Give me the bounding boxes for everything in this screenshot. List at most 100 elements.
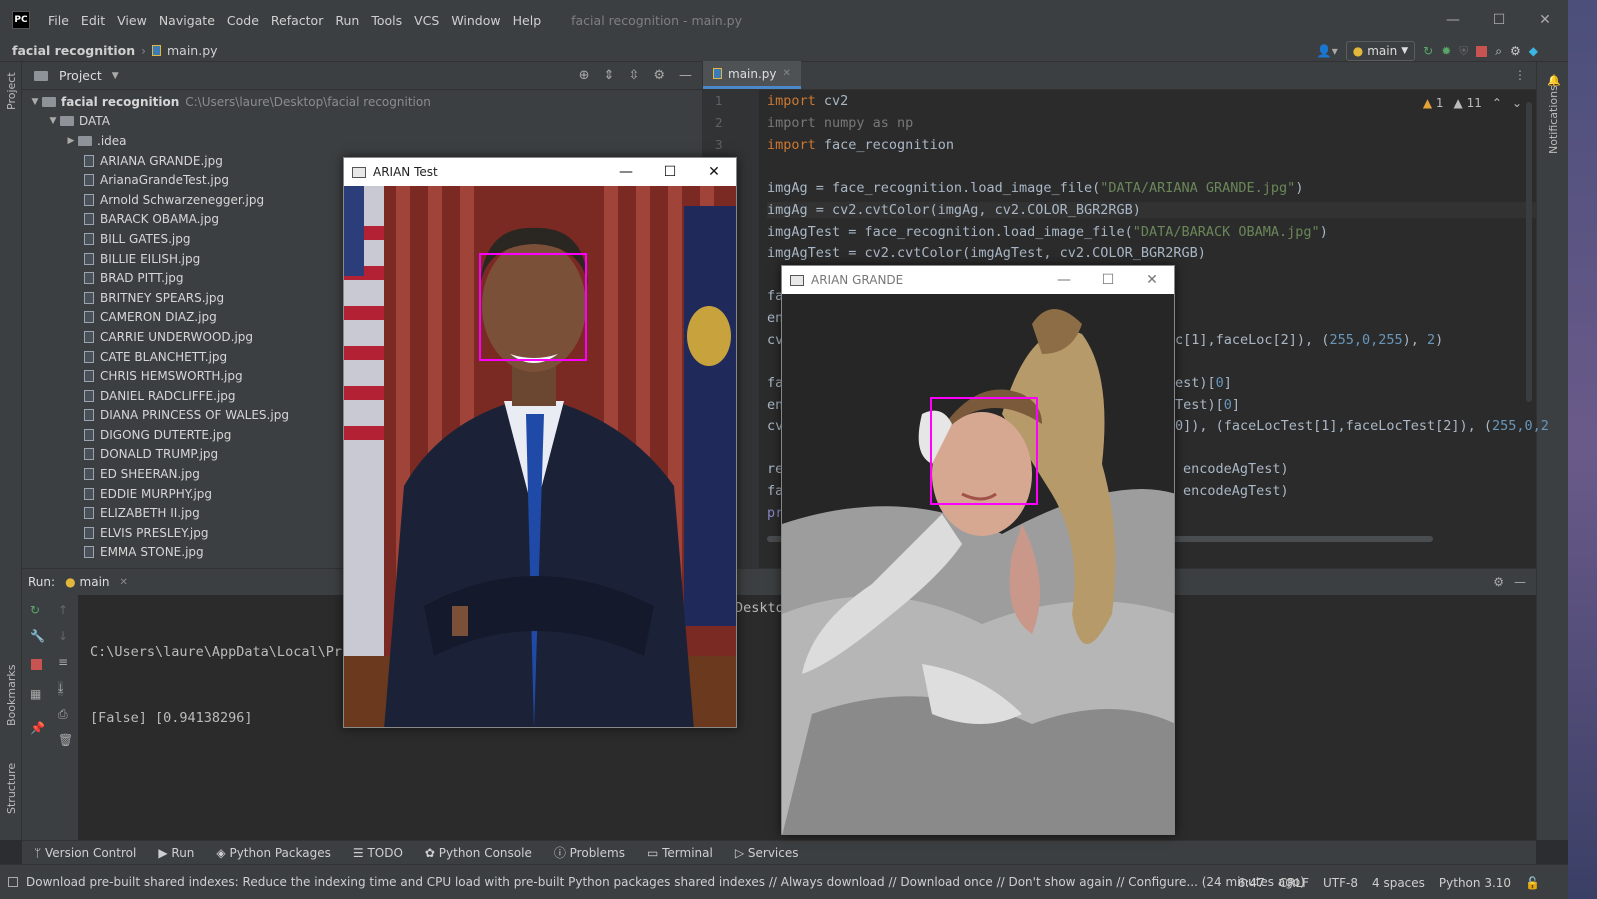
tab-problems[interactable]: ⓘ Problems (554, 844, 625, 861)
run-tab-main[interactable]: main (80, 575, 110, 589)
inspection-widget[interactable]: ▲ 1 ▲ 11 ⌃ ⌄ (1423, 96, 1522, 110)
editor-tab-main-py[interactable]: main.py ✕ (703, 61, 801, 89)
collapse-all-icon[interactable]: ⇳ (628, 68, 639, 83)
minimize-button[interactable]: — (1042, 266, 1086, 294)
opencv-window-test[interactable]: ARIAN Test — ☐ ✕ (343, 157, 737, 728)
tab-run[interactable]: ▶ Run (158, 846, 194, 860)
stop-icon[interactable] (31, 659, 42, 670)
menu-file[interactable]: File (42, 13, 75, 28)
coverage-icon[interactable]: ⛨ (1459, 44, 1468, 59)
editor-tab-bar: main.py ✕ ⋮ (703, 61, 1536, 90)
up-arrow-icon[interactable]: ↑ (58, 603, 68, 617)
print-icon[interactable]: ⎙ (58, 707, 68, 722)
bookmarks-tool-tab[interactable]: Bookmarks (5, 665, 18, 726)
caret-position[interactable]: 6:47 (1238, 876, 1265, 890)
cv-window-title: ARIAN Test (373, 165, 438, 179)
pin-icon[interactable]: 📌 (30, 721, 45, 735)
cv-window-titlebar[interactable]: ARIAN Test — ☐ ✕ (344, 158, 736, 186)
indent-setting[interactable]: 4 spaces (1372, 876, 1425, 890)
search-icon[interactable]: ⌕ (1495, 44, 1502, 59)
desktop-background (1568, 0, 1597, 899)
close-button[interactable]: ✕ (1522, 0, 1568, 40)
soft-wrap-icon[interactable]: ≡ (58, 655, 68, 669)
locate-icon[interactable]: ⊕ (579, 68, 590, 83)
file-encoding[interactable]: UTF-8 (1323, 876, 1358, 890)
gear-icon[interactable]: ⚙ (653, 68, 665, 83)
menu-tools[interactable]: Tools (365, 13, 408, 28)
hide-icon[interactable]: — (1514, 575, 1526, 589)
wrench-icon[interactable]: 🔧 (30, 629, 45, 643)
image-file-icon (84, 389, 94, 402)
tab-python-console[interactable]: ✿ Python Console (425, 846, 532, 860)
tab-terminal[interactable]: ▭ Terminal (647, 846, 713, 860)
tab-version-control[interactable]: ᛘ Version Control (34, 846, 136, 860)
line-ending[interactable]: CRLF (1279, 876, 1309, 890)
maximize-button[interactable]: ☐ (1476, 0, 1522, 40)
tab-services[interactable]: ▷ Services (735, 846, 799, 860)
user-icon[interactable]: 👤▾ (1317, 44, 1338, 58)
expand-all-icon[interactable]: ⇕ (604, 68, 615, 83)
image-file-icon (84, 232, 94, 245)
menu-refactor[interactable]: Refactor (265, 13, 329, 28)
more-icon[interactable]: ⋮ (1514, 68, 1526, 82)
notifications-tool-tab[interactable]: Notifications (1547, 85, 1560, 154)
cv-window-titlebar[interactable]: ARIAN GRANDE — ☐ ✕ (782, 266, 1174, 294)
maximize-button[interactable]: ☐ (1086, 266, 1130, 294)
string-literal: "DATA/ARIANA GRANDE.jpg" (1100, 180, 1296, 196)
code-text: ) (1295, 180, 1304, 196)
project-tool-tab[interactable]: Project (5, 72, 18, 110)
run-config-selector[interactable]: ● main ▼ (1345, 41, 1416, 61)
menu-run[interactable]: Run (329, 13, 365, 28)
tree-folder-idea[interactable]: ▶ .idea (22, 131, 702, 151)
structure-tool-tab[interactable]: Structure (5, 763, 18, 814)
breadcrumb-file[interactable]: main.py (167, 43, 218, 58)
scroll-to-end-icon[interactable]: ⤓ (58, 681, 64, 696)
menu-edit[interactable]: Edit (75, 13, 111, 28)
tab-todo[interactable]: ☰ TODO (353, 846, 403, 860)
trash-icon[interactable]: 🗑 (58, 733, 73, 747)
chevron-up-icon[interactable]: ⌃ (1492, 96, 1502, 110)
gear-icon[interactable]: ⚙ (1493, 575, 1504, 589)
status-message[interactable]: Download pre-built shared indexes: Reduc… (26, 875, 1305, 889)
image-file-icon (84, 213, 94, 226)
tree-folder-data[interactable]: ▼ DATA (22, 112, 702, 132)
menu-code[interactable]: Code (221, 13, 265, 28)
status-toggle-icon[interactable] (8, 877, 18, 887)
maximize-button[interactable]: ☐ (648, 158, 692, 186)
python-interpreter[interactable]: Python 3.10 (1439, 876, 1511, 890)
project-panel-title[interactable]: Project (59, 68, 102, 83)
chevron-down-icon[interactable]: ▼ (112, 71, 119, 81)
gear-icon[interactable]: ⚙ (1510, 44, 1521, 58)
image-file-icon (84, 428, 94, 441)
tree-root[interactable]: ▼ facial recognition C:\Users\laure\Desk… (22, 92, 702, 112)
minimize-button[interactable]: — (1430, 0, 1476, 40)
minimize-button[interactable]: — (604, 158, 648, 186)
menu-help[interactable]: Help (507, 13, 548, 28)
stop-icon[interactable] (1476, 45, 1488, 57)
jetbrains-icon[interactable]: ◆ (1529, 44, 1538, 58)
rerun-icon[interactable]: ↻ (1423, 44, 1433, 58)
debug-icon[interactable]: ✹ (1441, 44, 1451, 58)
lock-icon[interactable]: 🔓 (1525, 876, 1540, 890)
chevron-down-icon[interactable]: ⌄ (1512, 96, 1522, 110)
menu-view[interactable]: View (111, 13, 153, 28)
breadcrumb-project[interactable]: facial recognition (12, 43, 135, 58)
menu-window[interactable]: Window (445, 13, 506, 28)
opencv-window-grande[interactable]: ARIAN GRANDE — ☐ ✕ (781, 265, 1175, 835)
warning-count: ▲ 1 (1423, 96, 1444, 110)
menu-navigate[interactable]: Navigate (153, 13, 221, 28)
code-line-6: imgAg = cv2.cvtColor(imgAg, cv2.COLOR_BG… (767, 202, 1537, 218)
close-button[interactable]: ✕ (1130, 266, 1174, 294)
rerun-icon[interactable]: ↻ (30, 603, 40, 617)
hide-icon[interactable]: — (679, 68, 692, 83)
close-icon[interactable]: ✕ (120, 577, 128, 588)
close-icon[interactable]: ✕ (783, 68, 791, 79)
close-button[interactable]: ✕ (692, 158, 736, 186)
layout-icon[interactable]: ▦ (30, 687, 41, 701)
down-arrow-icon[interactable]: ↓ (58, 629, 68, 643)
vertical-scrollbar[interactable] (1526, 102, 1532, 402)
code-line-14-tail: est)[0] (1175, 375, 1232, 391)
tab-python-packages[interactable]: ◈ Python Packages (216, 846, 330, 860)
menu-vcs[interactable]: VCS (408, 13, 445, 28)
run-output[interactable]: C:\Users\laure\AppData\Local\Pro [False]… (90, 597, 350, 773)
